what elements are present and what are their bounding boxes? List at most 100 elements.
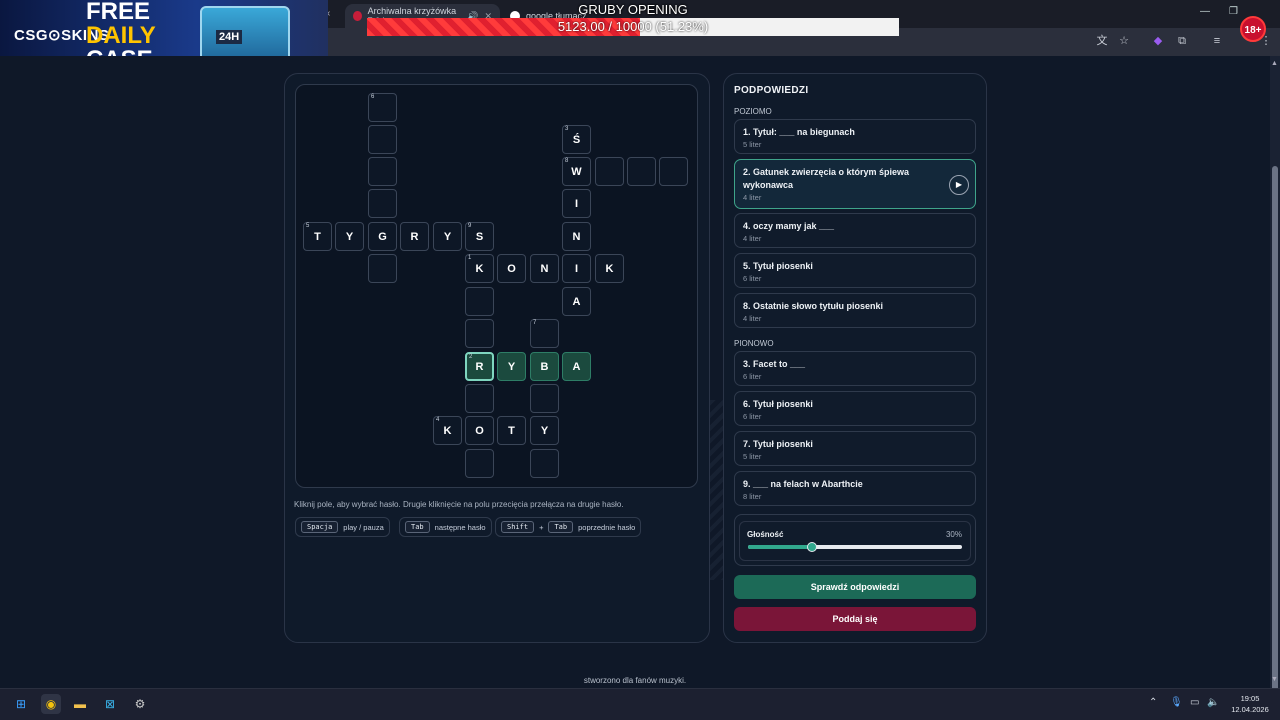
crossword-cell[interactable]: O: [497, 254, 526, 283]
check-answers-button[interactable]: Sprawdź odpowiedzi: [734, 575, 976, 599]
crossword-cell[interactable]: [368, 189, 397, 218]
crossword-cell[interactable]: [368, 125, 397, 154]
scrollbar-thumb[interactable]: [1272, 166, 1278, 706]
crossword-cell[interactable]: N: [530, 254, 559, 283]
crossword-cell[interactable]: [659, 157, 688, 186]
cell-letter: K: [475, 262, 484, 275]
clue-text: 9. ___ na felach w Abarthcie: [743, 479, 863, 489]
file-explorer-icon[interactable]: ▬: [70, 694, 90, 714]
clue-text: 6. Tytuł piosenki: [743, 399, 813, 409]
crossword-cell[interactable]: N: [562, 222, 591, 251]
crossword-cell[interactable]: [368, 254, 397, 283]
decorative-stripes: [710, 400, 724, 580]
cell-letter: R: [475, 360, 484, 373]
crossword-cell[interactable]: Y: [497, 352, 526, 381]
crossword-cell[interactable]: Y: [335, 222, 364, 251]
volume-icon[interactable]: 🔈: [1207, 697, 1219, 708]
crossword-cell[interactable]: I: [562, 189, 591, 218]
clue-length: 4 liter: [743, 234, 762, 243]
taskbar-clock[interactable]: 19:05 12.04.2026: [1226, 693, 1274, 715]
crossword-cell[interactable]: [368, 157, 397, 186]
windows-start-icon[interactable]: ⊞: [11, 694, 31, 714]
crossword-cell[interactable]: 6: [368, 93, 397, 122]
crossword-cell[interactable]: [465, 449, 494, 478]
scroll-down-icon[interactable]: ▼: [1271, 676, 1278, 683]
clue-length: 5 liter: [743, 452, 762, 461]
crossword-cell[interactable]: G: [368, 222, 397, 251]
minimize-icon[interactable]: —: [1200, 6, 1210, 17]
crossword-cell[interactable]: 2R: [465, 352, 494, 381]
tray-chevron-icon[interactable]: ⌃: [1149, 697, 1157, 708]
clue-down-6[interactable]: 6. Tytuł piosenki 6 liter: [734, 391, 976, 426]
extensions-puzzle-icon[interactable]: ⧉: [1175, 34, 1189, 48]
clue-down-7[interactable]: 7. Tytuł piosenki 5 liter: [734, 431, 976, 466]
crossword-cell[interactable]: [465, 319, 494, 348]
crossword-cell[interactable]: A: [562, 352, 591, 381]
crossword-cell[interactable]: Y: [530, 416, 559, 445]
crossword-cell[interactable]: 5T: [303, 222, 332, 251]
give-up-button[interactable]: Poddaj się: [734, 607, 976, 631]
crossword-cell[interactable]: [465, 287, 494, 316]
crossword-cell[interactable]: O: [465, 416, 494, 445]
bookmark-star-icon[interactable]: ☆: [1117, 34, 1131, 48]
crossword-cell[interactable]: 3Ś: [562, 125, 591, 154]
extension-icon[interactable]: ◆: [1151, 34, 1165, 48]
crossword-cell[interactable]: 1K: [465, 254, 494, 283]
clue-across-1[interactable]: 1. Tytuł: ___ na biegunach 5 liter: [734, 119, 976, 154]
crossword-cell[interactable]: R: [400, 222, 429, 251]
clue-across-4[interactable]: 4. oczy mamy jak ___ 4 liter: [734, 213, 976, 248]
crossword-cell[interactable]: 7: [530, 319, 559, 348]
cell-letter: O: [507, 262, 516, 275]
cell-letter: Y: [443, 230, 452, 243]
crossword-cell[interactable]: B: [530, 352, 559, 381]
clue-down-3[interactable]: 3. Facet to ___ 6 liter: [734, 351, 976, 386]
clue-across-8[interactable]: 8. Ostatnie słowo tytułu piosenki 4 lite…: [734, 293, 976, 328]
cell-letter: K: [443, 424, 452, 437]
clue-length: 4 liter: [743, 314, 762, 323]
crossword-cell[interactable]: [465, 384, 494, 413]
crossword-cell[interactable]: [530, 384, 559, 413]
maximize-icon[interactable]: ❐: [1229, 6, 1238, 17]
app-icon[interactable]: ⊠: [100, 694, 120, 714]
clue-text: 5. Tytuł piosenki: [743, 261, 813, 271]
crossword-cell[interactable]: A: [562, 287, 591, 316]
clue-down-9[interactable]: 9. ___ na felach w Abarthcie 8 liter: [734, 471, 976, 506]
crossword-cell[interactable]: I: [562, 254, 591, 283]
page-scrollbar[interactable]: ▲ ▼: [1270, 56, 1280, 706]
crossword-cell[interactable]: 8W: [562, 157, 591, 186]
reading-list-icon[interactable]: ≡: [1210, 34, 1224, 48]
settings-icon[interactable]: ⚙: [130, 694, 150, 714]
clue-across-5[interactable]: 5. Tytuł piosenki 6 liter: [734, 253, 976, 288]
cell-letter: S: [475, 230, 484, 243]
play-icon[interactable]: ▶: [949, 175, 969, 195]
crossword-cell[interactable]: 9S: [465, 222, 494, 251]
microphone-icon[interactable]: 🎙: [1170, 697, 1183, 708]
volume-slider[interactable]: [748, 542, 962, 552]
crossword-cell[interactable]: T: [497, 416, 526, 445]
translate-icon[interactable]: 文: [1095, 34, 1109, 48]
clock-time: 19:05: [1240, 694, 1260, 703]
scroll-up-icon[interactable]: ▲: [1271, 60, 1278, 67]
cell-letter: Ś: [572, 133, 581, 146]
down-label: PIONOWO: [734, 339, 774, 348]
clue-text: 8. Ostatnie słowo tytułu piosenki: [743, 301, 884, 311]
crossword-cell[interactable]: [595, 157, 624, 186]
cell-number: 3: [565, 126, 569, 132]
promo-free: FREE: [86, 0, 151, 25]
cell-letter: O: [475, 424, 484, 437]
age-rating-badge: 18+: [1240, 16, 1266, 42]
instructions-text: Kliknij pole, aby wybrać hasło. Drugie k…: [294, 500, 624, 509]
case-timer: 24H: [216, 30, 243, 44]
page-footer: stworzono dla fanów muzyki.: [583, 676, 687, 685]
cell-letter: A: [572, 295, 581, 308]
cell-letter: K: [605, 262, 614, 275]
crossword-cell[interactable]: [627, 157, 656, 186]
crossword-cell[interactable]: 4K: [433, 416, 462, 445]
network-icon[interactable]: ▭: [1190, 697, 1199, 708]
shortcut-label: play / pauza: [343, 522, 384, 532]
crossword-cell[interactable]: K: [595, 254, 624, 283]
crossword-cell[interactable]: [530, 449, 559, 478]
clue-across-2[interactable]: 2. Gatunek zwierzęcia o którym śpiewa wy…: [734, 159, 976, 209]
crossword-cell[interactable]: Y: [433, 222, 462, 251]
chrome-icon[interactable]: ◉: [41, 694, 61, 714]
